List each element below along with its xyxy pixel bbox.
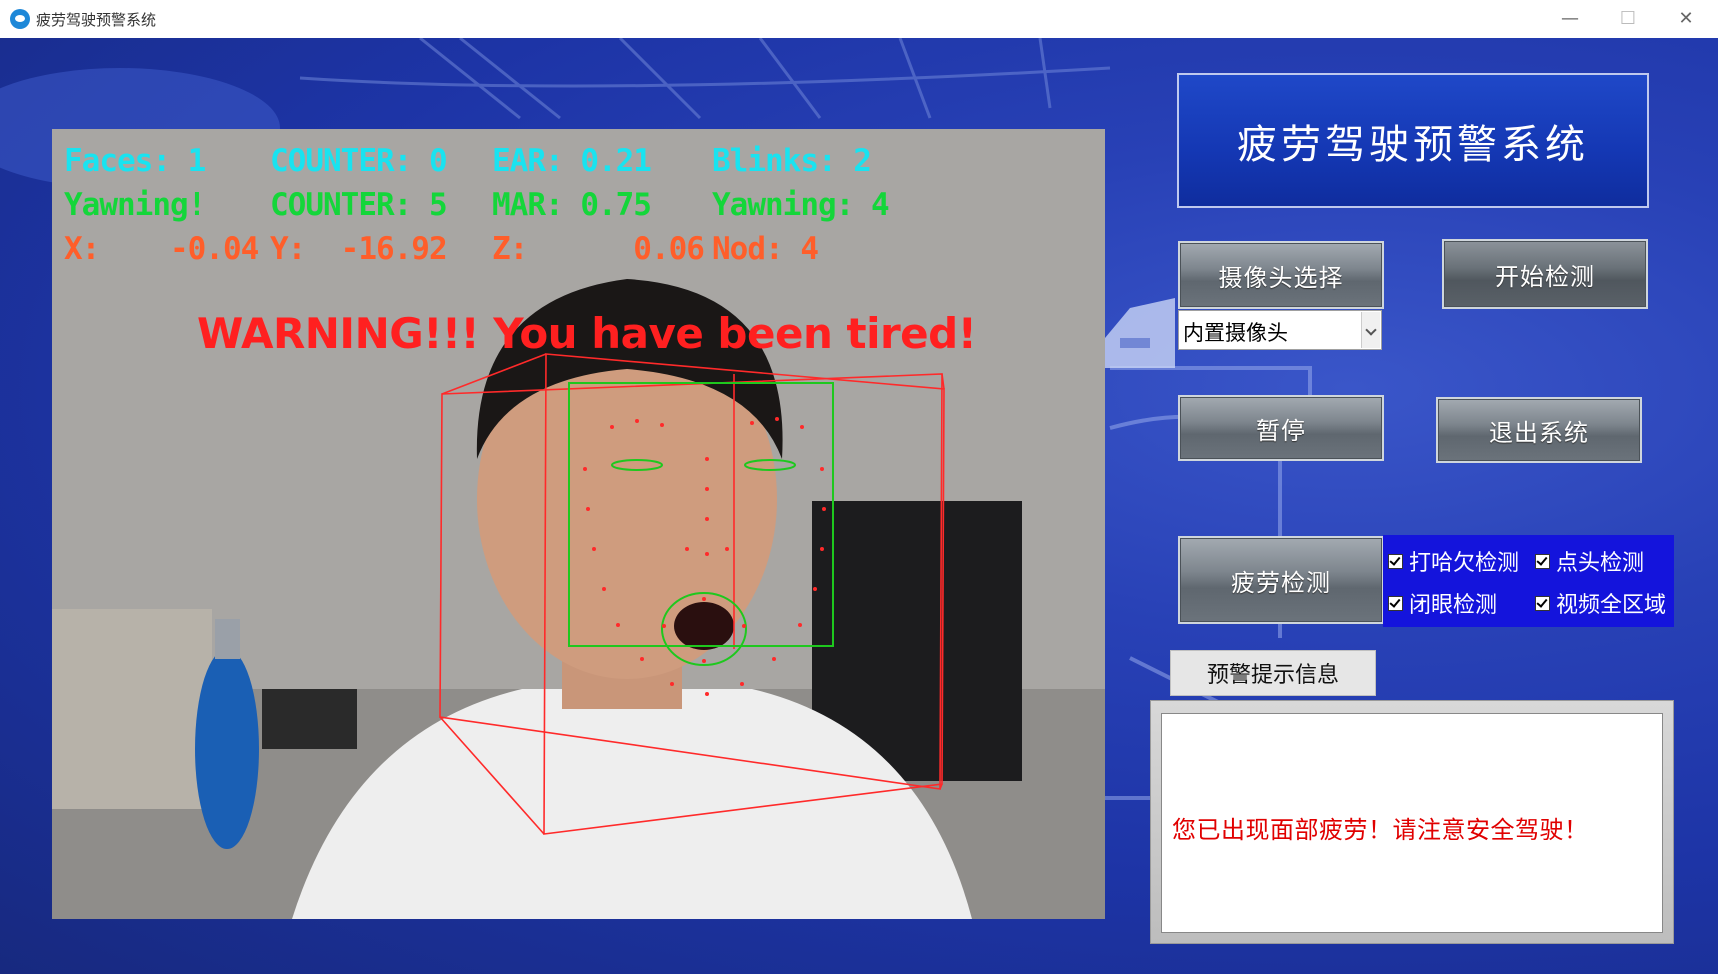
eye-closure-detection-label: 闭眼检测 — [1409, 593, 1498, 618]
system-title: 疲劳驾驶预警系统 — [1237, 121, 1589, 168]
title-bar: 疲劳驾驶预警系统 — ☐ ✕ — [0, 0, 1718, 39]
full-video-area-checkbox[interactable]: 视频全区域 — [1535, 587, 1666, 619]
alert-message: 您已出现面部疲劳！请注意安全驾驶！ — [1172, 816, 1589, 844]
start-detection-button[interactable]: 开始检测 — [1442, 239, 1648, 309]
system-title-banner: 疲劳驾驶预警系统 — [1177, 73, 1649, 208]
app-eye-icon — [10, 9, 30, 29]
close-button[interactable]: ✕ — [1662, 4, 1710, 34]
hud-y: Y: -16.92 — [270, 231, 448, 267]
nod-detection-checkbox[interactable]: 点头检测 — [1535, 545, 1644, 577]
checkbox-checked-icon[interactable] — [1535, 553, 1550, 569]
yawn-detection-label: 打哈欠检测 — [1409, 551, 1520, 576]
alert-info-box: 您已出现面部疲劳！请注意安全驾驶！ — [1161, 713, 1663, 933]
camera-dropdown-value: 内置摄像头 — [1183, 321, 1288, 345]
checkbox-checked-icon[interactable] — [1388, 553, 1403, 569]
yawn-detection-checkbox[interactable]: 打哈欠检测 — [1388, 545, 1519, 577]
checkbox-checked-icon[interactable] — [1388, 595, 1403, 611]
hud-yawning-flag: Yawning! — [64, 187, 206, 223]
window-title: 疲劳驾驶预警系统 — [36, 11, 157, 29]
hud-z: Z: 0.06 — [492, 231, 705, 267]
hud-counter-mouth: COUNTER: 5 — [270, 187, 448, 223]
full-video-area-label: 视频全区域 — [1556, 593, 1667, 618]
alert-info-label: 预警提示信息 — [1170, 650, 1376, 696]
alert-info-frame: 您已出现面部疲劳！请注意安全驾驶！ — [1150, 700, 1674, 944]
camera-select-button[interactable]: 摄像头选择 — [1178, 241, 1384, 309]
pause-button[interactable]: 暂停 — [1178, 395, 1384, 461]
fatigue-detection-button[interactable]: 疲劳检测 — [1178, 536, 1384, 624]
detection-options-panel: 打哈欠检测 点头检测 闭眼检测 视频全区域 — [1383, 535, 1674, 627]
nod-detection-label: 点头检测 — [1556, 551, 1645, 576]
hud-yawning-count: Yawning: 4 — [712, 187, 890, 223]
hud-x: X: -0.04 — [64, 231, 259, 267]
fatigue-warning-text: WARNING!!! You have been tired! — [197, 309, 977, 358]
eye-closure-detection-checkbox[interactable]: 闭眼检测 — [1388, 587, 1497, 619]
minimize-button[interactable]: — — [1546, 4, 1594, 34]
hud-nod: Nod: 4 — [712, 231, 819, 267]
hud-faces: Faces: 1 — [64, 143, 206, 179]
hud-counter-eye: COUNTER: 0 — [270, 143, 448, 179]
exit-system-button[interactable]: 退出系统 — [1436, 397, 1642, 463]
camera-feed: Faces: 1 COUNTER: 0 EAR: 0.21 Blinks: 2 … — [52, 129, 1105, 919]
checkbox-checked-icon[interactable] — [1535, 595, 1550, 611]
hud-ear: EAR: 0.21 — [492, 143, 652, 179]
hud-mar: MAR: 0.75 — [492, 187, 652, 223]
maximize-button[interactable]: ☐ — [1604, 4, 1652, 34]
hud-blinks: Blinks: 2 — [712, 143, 872, 179]
camera-dropdown[interactable]: 内置摄像头 — [1178, 310, 1382, 350]
chevron-down-icon[interactable] — [1361, 312, 1380, 348]
